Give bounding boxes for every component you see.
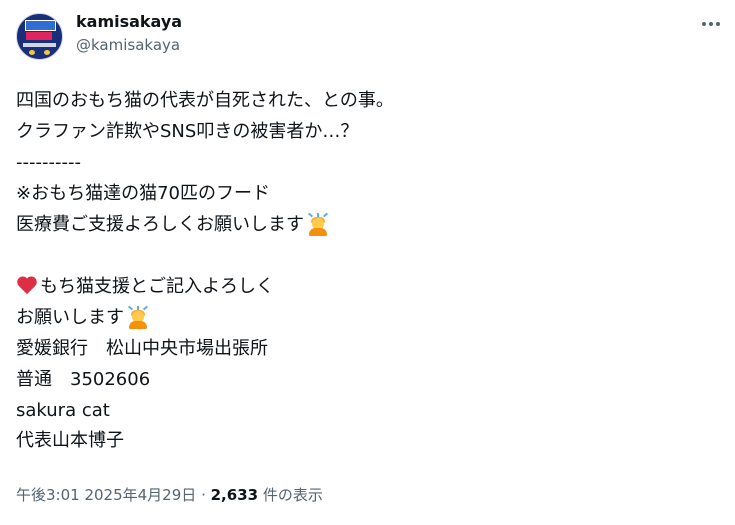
tweet-line: sakura cat <box>16 395 716 426</box>
tweet-line-text: sakura cat <box>16 399 110 421</box>
tweet-line-text: 普通 3502606 <box>16 368 151 390</box>
tweet-text: 四国のおもち猫の代表が自死された、との事。 クラファン詐欺やSNS叩きの被害者か… <box>16 86 716 457</box>
views-count: 2,633 <box>210 486 259 504</box>
tweet-time[interactable]: 午後3:01 <box>16 486 80 504</box>
views-label: 件の表示 <box>262 486 323 504</box>
more-dot <box>709 22 713 26</box>
tweet-line-text: ---------- <box>16 151 81 173</box>
tweet-line-text: お願いします <box>16 307 124 329</box>
avatar-dot-shape <box>44 50 50 55</box>
tweet-line-text: 愛媛銀行 松山中央市場出張所 <box>16 337 268 359</box>
more-dot <box>716 22 720 26</box>
avatar-dot-shape <box>29 50 35 55</box>
person-bowing-icon <box>126 305 150 330</box>
tweet-line-text: ※おもち猫達の猫70匹のフード <box>16 182 270 204</box>
avatar-banner-shape <box>25 20 56 31</box>
meta-separator: · <box>201 486 206 504</box>
author-handle[interactable]: @kamisakaya <box>76 36 180 54</box>
author-display-name[interactable]: kamisakaya <box>76 12 182 31</box>
tweet-line: ※おもち猫達の猫70匹のフード <box>16 178 716 209</box>
tweet-line-text: もち猫支援とご記入よろしく <box>40 276 274 298</box>
tweet-line: 愛媛銀行 松山中央市場出張所 <box>16 334 716 365</box>
tweet-line-text: 代表山本博子 <box>16 430 124 452</box>
tweet-line: ---------- <box>16 148 716 179</box>
avatar-text-shape <box>23 43 56 47</box>
tweet-line: 四国のおもち猫の代表が自死された、との事。 <box>16 86 716 117</box>
tweet-line-text: 医療費ご支援よろしくお願いします <box>16 213 304 235</box>
tweet-date[interactable]: 2025年4月29日 <box>84 486 196 504</box>
tweet-line-text: クラファン詐欺やSNS叩きの被害者か…？ <box>16 121 359 143</box>
more-dot <box>702 22 706 26</box>
tweet-line: 普通 3502606 <box>16 364 716 395</box>
tweet-line: お願いします <box>16 303 716 334</box>
tweet-line-text: 四国のおもち猫の代表が自死された、との事。 <box>16 90 394 112</box>
tweet-line: クラファン詐欺やSNS叩きの被害者か…？ <box>16 117 716 148</box>
avatar-heart-shape <box>26 32 52 40</box>
tweet-line: 医療費ご支援よろしくお願いします <box>16 209 716 240</box>
red-heart-icon <box>16 277 38 297</box>
person-bowing-icon <box>306 212 330 237</box>
more-icon[interactable] <box>696 12 726 36</box>
avatar[interactable] <box>16 13 63 60</box>
tweet-line: もち猫支援とご記入よろしく <box>16 272 716 303</box>
tweet-meta: 午後3:01 2025年4月29日 · 2,633 件の表示 <box>16 484 323 505</box>
tweet-line: 代表山本博子 <box>16 426 716 457</box>
